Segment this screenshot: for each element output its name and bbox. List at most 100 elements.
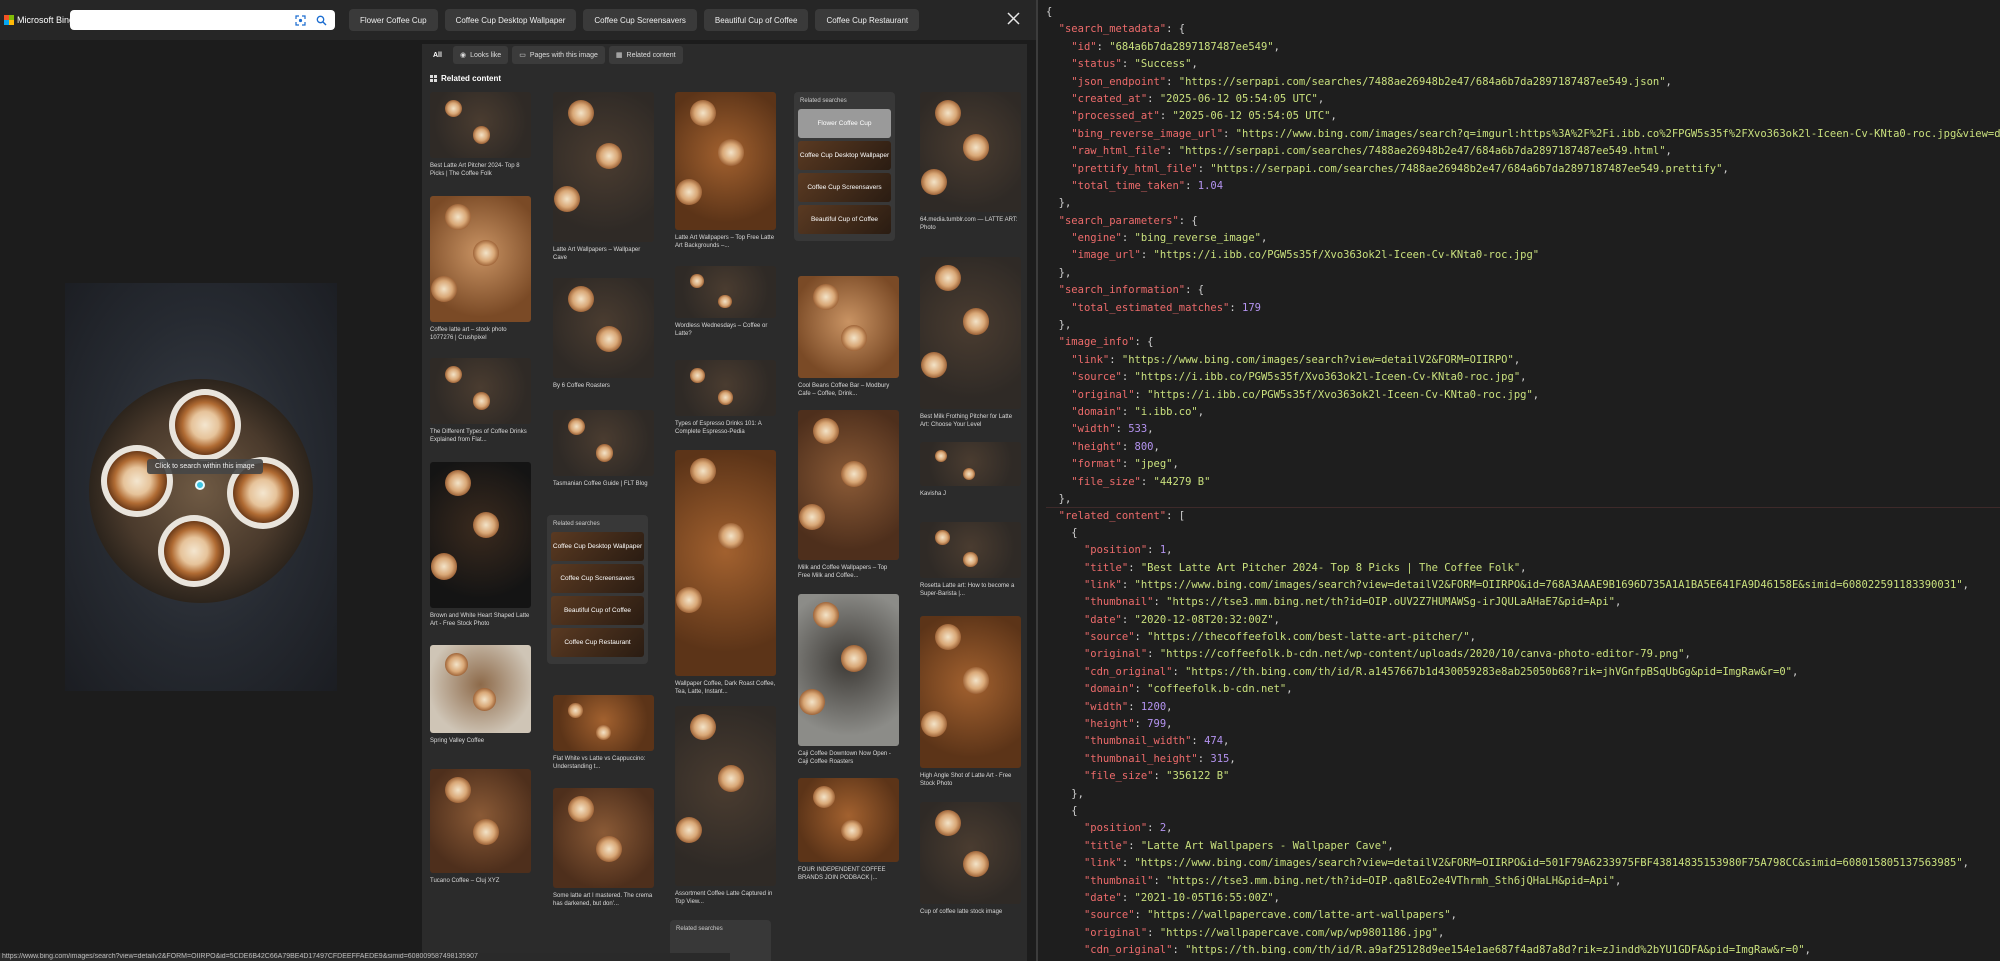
related-search-item[interactable]: Beautiful Cup of Coffee — [798, 205, 891, 234]
related-image-card[interactable]: Assortment Coffee Latte Captured in Top … — [675, 706, 776, 906]
related-image-caption[interactable]: Wallpaper Coffee, Dark Roast Coffee, Tea… — [675, 680, 776, 696]
related-image-card[interactable]: Tasmanian Coffee Guide | FLT Blog — [553, 410, 654, 488]
search-icon[interactable] — [313, 12, 329, 28]
related-image-thumbnail[interactable] — [920, 257, 1021, 409]
related-search-item[interactable]: Coffee Cup Screensavers — [551, 564, 644, 593]
related-image-thumbnail[interactable] — [675, 360, 776, 416]
related-image-thumbnail[interactable] — [675, 266, 776, 318]
tab-pages-with-image[interactable]: ▭ Pages with this image — [512, 46, 605, 64]
related-image-card[interactable]: Types of Espresso Drinks 101: A Complete… — [675, 360, 776, 436]
related-chip[interactable]: Coffee Cup Desktop Wallpaper — [444, 9, 577, 31]
related-image-thumbnail[interactable] — [553, 278, 654, 378]
bing-logo[interactable]: Microsoft Bing — [4, 13, 74, 27]
related-image-caption[interactable]: By 6 Coffee Roasters — [553, 382, 654, 390]
tab-related-content[interactable]: ▦ Related content — [608, 46, 683, 64]
related-image-thumbnail[interactable] — [430, 645, 531, 733]
related-image-caption[interactable]: Latte Art Wallpapers – Wallpaper Cave — [553, 246, 654, 262]
related-image-caption[interactable]: FOUR INDEPENDENT COFFEE BRANDS JOIN PODB… — [798, 866, 899, 882]
search-input[interactable] — [74, 12, 284, 28]
related-image-caption[interactable]: High Angle Shot of Latte Art - Free Stoc… — [920, 772, 1021, 788]
close-icon[interactable] — [1006, 11, 1021, 26]
related-image-caption[interactable]: Kavisha J — [920, 490, 1021, 498]
related-chip[interactable]: Beautiful Cup of Coffee — [703, 9, 809, 31]
search-box[interactable] — [70, 10, 335, 30]
related-image-thumbnail[interactable] — [798, 594, 899, 746]
related-image-caption[interactable]: Assortment Coffee Latte Captured in Top … — [675, 890, 776, 906]
related-search-item[interactable]: Beautiful Cup of Coffee — [551, 596, 644, 625]
related-search-item[interactable]: Coffee Cup Screensavers — [798, 173, 891, 202]
related-image-caption[interactable]: Cool Beans Coffee Bar – Modbury Cafe – C… — [798, 382, 899, 398]
related-image-caption[interactable]: Spring Valley Coffee — [430, 737, 531, 745]
related-image-card[interactable]: Cup of coffee latte stock image — [920, 802, 1021, 916]
related-image-thumbnail[interactable] — [920, 92, 1021, 212]
related-image-caption[interactable]: Some latte art I mastered. The crema has… — [553, 892, 654, 908]
related-image-thumbnail[interactable] — [553, 92, 654, 242]
related-image-card[interactable]: Spring Valley Coffee — [430, 645, 531, 745]
related-image-card[interactable]: Brown and White Heart Shaped Latte Art -… — [430, 462, 531, 628]
related-image-card[interactable]: Coffee latte art – stock photo 1077276 |… — [430, 196, 531, 342]
related-image-card[interactable]: Some latte art I mastered. The crema has… — [553, 788, 654, 908]
related-image-card[interactable]: Best Milk Frothing Pitcher for Latte Art… — [920, 257, 1021, 429]
related-search-item[interactable]: Coffee Cup Restaurant — [551, 628, 644, 657]
related-image-card[interactable]: Wallpaper Coffee, Dark Roast Coffee, Tea… — [675, 450, 776, 696]
related-search-item[interactable]: Coffee Cup Desktop Wallpaper — [798, 141, 891, 170]
related-chip[interactable]: Coffee Cup Restaurant — [815, 9, 920, 31]
related-image-caption[interactable]: 64.media.tumblr.com — LATTE ART: Photo — [920, 216, 1021, 232]
related-image-thumbnail[interactable] — [798, 276, 899, 378]
related-image-thumbnail[interactable] — [553, 695, 654, 751]
related-image-thumbnail[interactable] — [430, 462, 531, 608]
related-image-thumbnail[interactable] — [553, 410, 654, 476]
related-image-caption[interactable]: Best Milk Frothing Pitcher for Latte Art… — [920, 413, 1021, 429]
related-image-thumbnail[interactable] — [798, 410, 899, 560]
related-image-card[interactable]: FOUR INDEPENDENT COFFEE BRANDS JOIN PODB… — [798, 778, 899, 882]
related-image-card[interactable]: High Angle Shot of Latte Art - Free Stoc… — [920, 616, 1021, 788]
related-image-thumbnail[interactable] — [920, 522, 1021, 578]
related-image-caption[interactable]: The Different Types of Coffee Drinks Exp… — [430, 428, 531, 444]
related-image-thumbnail[interactable] — [675, 450, 776, 676]
related-image-caption[interactable]: Wordless Wednesdays – Coffee or Latte? — [675, 322, 776, 338]
related-image-thumbnail[interactable] — [430, 358, 531, 424]
related-image-thumbnail[interactable] — [675, 92, 776, 230]
related-image-card[interactable]: By 6 Coffee Roasters — [553, 278, 654, 390]
related-image-caption[interactable]: Cup of coffee latte stock image — [920, 908, 1021, 916]
related-image-thumbnail[interactable] — [675, 706, 776, 886]
related-image-thumbnail[interactable] — [920, 616, 1021, 768]
visual-search-hotspot[interactable] — [195, 480, 205, 490]
related-search-item[interactable]: Flower Coffee Cup — [798, 109, 891, 138]
related-image-caption[interactable]: Milk and Coffee Wallpapers – Top Free Mi… — [798, 564, 899, 580]
related-image-thumbnail[interactable] — [920, 802, 1021, 904]
related-image-card[interactable]: Tucano Coffee – Cluj XYZ — [430, 769, 531, 885]
related-image-caption[interactable]: Rosetta Latte art: How to become a Super… — [920, 582, 1021, 598]
related-image-caption[interactable]: Tasmanian Coffee Guide | FLT Blog — [553, 480, 654, 488]
related-image-thumbnail[interactable] — [553, 788, 654, 888]
related-image-caption[interactable]: Latte Art Wallpapers – Top Free Latte Ar… — [675, 234, 776, 250]
related-image-caption[interactable]: Coffee latte art – stock photo 1077276 |… — [430, 326, 531, 342]
related-image-card[interactable]: The Different Types of Coffee Drinks Exp… — [430, 358, 531, 444]
visual-search-icon[interactable] — [292, 12, 308, 28]
tab-all[interactable]: All — [426, 46, 449, 64]
related-image-caption[interactable]: Tucano Coffee – Cluj XYZ — [430, 877, 531, 885]
related-image-card[interactable]: Rosetta Latte art: How to become a Super… — [920, 522, 1021, 598]
related-image-card[interactable]: Latte Art Wallpapers – Wallpaper Cave — [553, 92, 654, 262]
related-image-card[interactable]: Flat White vs Latte vs Cappuccino: Under… — [553, 695, 654, 771]
related-image-caption[interactable]: Best Latte Art Pitcher 2024- Top 8 Picks… — [430, 162, 531, 178]
related-image-card[interactable]: Caji Coffee Downtown Now Open - Caji Cof… — [798, 594, 899, 766]
related-chip[interactable]: Coffee Cup Screensavers — [583, 9, 697, 31]
related-chip[interactable]: Flower Coffee Cup — [349, 9, 438, 31]
related-search-item[interactable]: Coffee Cup Desktop Wallpaper — [551, 532, 644, 561]
source-image[interactable]: Click to search within this image — [65, 283, 337, 691]
related-image-caption[interactable]: Caji Coffee Downtown Now Open - Caji Cof… — [798, 750, 899, 766]
related-image-thumbnail[interactable] — [430, 769, 531, 873]
related-image-thumbnail[interactable] — [430, 196, 531, 322]
related-image-card[interactable]: Milk and Coffee Wallpapers – Top Free Mi… — [798, 410, 899, 580]
related-image-caption[interactable]: Brown and White Heart Shaped Latte Art -… — [430, 612, 531, 628]
related-image-caption[interactable]: Types of Espresso Drinks 101: A Complete… — [675, 420, 776, 436]
related-image-thumbnail[interactable] — [920, 442, 1021, 486]
related-image-thumbnail[interactable] — [798, 778, 899, 862]
tab-looks-like[interactable]: ◉ Looks like — [452, 46, 509, 64]
related-image-caption[interactable]: Flat White vs Latte vs Cappuccino: Under… — [553, 755, 654, 771]
related-image-card[interactable]: Cool Beans Coffee Bar – Modbury Cafe – C… — [798, 276, 899, 398]
related-image-thumbnail[interactable] — [430, 92, 531, 158]
related-image-card[interactable]: Wordless Wednesdays – Coffee or Latte? — [675, 266, 776, 338]
related-image-card[interactable]: 64.media.tumblr.com — LATTE ART: Photo — [920, 92, 1021, 232]
